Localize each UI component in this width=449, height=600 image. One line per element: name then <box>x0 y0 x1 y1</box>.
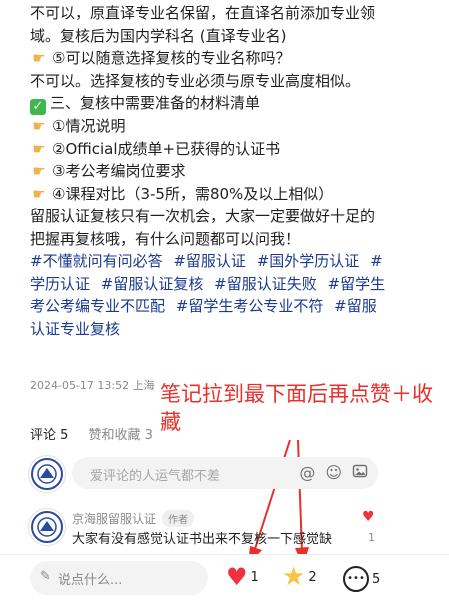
hashtag-link[interactable]: # <box>370 252 383 270</box>
content-line: 域。复核后为国内学科名 (直译专业名) <box>30 26 287 45</box>
tab-comments[interactable]: 评论 5 <box>30 428 68 443</box>
star-icon: ★ <box>282 562 306 592</box>
content-line: 留服认证复核只有一次机会，大家一定要做好十足的 <box>30 207 376 225</box>
hand-pointing-icon: ☛ <box>32 49 46 67</box>
hand-pointing-icon: ☛ <box>32 162 46 180</box>
comment-button[interactable]: ••• 5 <box>343 566 380 592</box>
author-badge: 作者 <box>162 510 195 527</box>
hashtag-link[interactable]: #留服 <box>334 297 377 315</box>
note-content: 不可以，原直译专业名保留，在直译名前添加专业领 域。复核后为国内学科名 (直译专… <box>30 2 430 340</box>
content-line: ☛ ②Official成绩单+已获得的认证书 <box>30 138 430 161</box>
content-line: ☛ ①情况说明 <box>30 115 430 138</box>
content-line: 不可以，原直译专业名保留，在直译名前添加专业领 <box>30 4 376 22</box>
hashtag-link[interactable]: #留服认证复核 <box>101 275 204 293</box>
hashtag-link[interactable]: #留服认证 <box>173 252 246 270</box>
comment-input[interactable]: 爱评论的人运气都不差 @ ☺ <box>72 457 378 489</box>
hashtag-link[interactable]: #国外学历认证 <box>257 252 360 270</box>
hashtag-link[interactable]: 学历认证 <box>30 275 90 293</box>
annotation-text: 笔记拉到最下面后再点赞＋收藏 <box>160 382 433 434</box>
pen-icon: ✎ <box>40 569 51 584</box>
content-line: ☛ ⑤可以随意选择复核的专业名称吗？ <box>30 47 430 70</box>
say-placeholder: 说点什么... <box>58 573 123 588</box>
hand-pointing-icon: ☛ <box>32 139 46 158</box>
tag-list: #不懂就问有问必答 #留服认证 #国外学历认证 # 学历认证 #留服认证复核 #… <box>30 250 430 340</box>
at-icon[interactable]: @ <box>299 463 315 483</box>
comment-tabs: 评论 5 赞和收藏 3 <box>30 424 153 443</box>
hand-pointing-icon: ☛ <box>32 184 46 203</box>
emoji-icon[interactable]: ☺ <box>325 463 342 483</box>
comment-author-name[interactable]: 京海服留服认证 <box>72 512 156 526</box>
comment-author-avatar[interactable] <box>28 508 66 546</box>
check-mark-icon: ✓ <box>30 99 46 115</box>
image-icon[interactable] <box>352 463 368 483</box>
hashtag-link[interactable]: #留服认证失败 <box>214 275 317 293</box>
avatar <box>28 455 66 493</box>
hashtag-link[interactable]: 考公考编专业不匹配 <box>30 297 165 315</box>
hand-pointing-icon: ☛ <box>32 117 46 135</box>
content-line: 不可以。选择复核的专业必须与原专业高度相似。 <box>30 71 361 90</box>
comment-count: 5 <box>372 571 381 587</box>
content-line: ☛ ④课程对比（3-5所，需80%及以上相似） <box>30 183 430 206</box>
collect-count: 2 <box>308 569 317 585</box>
heart-icon: ♥ <box>226 563 248 591</box>
comment-text: 大家有没有感觉认证书出来不复核一下感觉缺 <box>72 532 333 547</box>
content-line: ☛ ③考公考编岗位要求 <box>30 160 430 183</box>
comment-like-count: 1 <box>368 531 375 544</box>
content-line: 把握再复核哦，有什么问题都可以问我！ <box>30 229 301 248</box>
bottom-action-bar: ✎ 说点什么... ♥ 1 ★ 2 ••• 5 <box>0 555 449 600</box>
hashtag-link[interactable]: #留学生 <box>328 275 386 293</box>
like-button[interactable]: ♥ 1 <box>226 562 259 592</box>
hashtag-link[interactable]: 认证专业复核 <box>30 320 120 338</box>
tab-likes-collects[interactable]: 赞和收藏 3 <box>89 428 153 443</box>
comment-icon: ••• <box>343 566 369 592</box>
comment-author[interactable]: 京海服留服认证 作者 <box>72 510 195 527</box>
hashtag-link[interactable]: #不懂就问有问必答 <box>30 252 163 270</box>
collect-button[interactable]: ★ 2 <box>282 562 317 592</box>
say-something-input[interactable]: ✎ 说点什么... <box>30 561 208 595</box>
post-date-location: 2024-05-17 13:52 上海 <box>30 379 155 392</box>
comment-like-heart-icon[interactable]: ♥ <box>362 509 375 525</box>
comment-placeholder: 爱评论的人运气都不差 <box>90 469 221 484</box>
hashtag-link[interactable]: #留学生考公专业不符 <box>176 297 324 315</box>
content-line: ✓ 三、复核中需要准备的材料清单 <box>30 92 430 115</box>
like-count: 1 <box>250 569 259 585</box>
